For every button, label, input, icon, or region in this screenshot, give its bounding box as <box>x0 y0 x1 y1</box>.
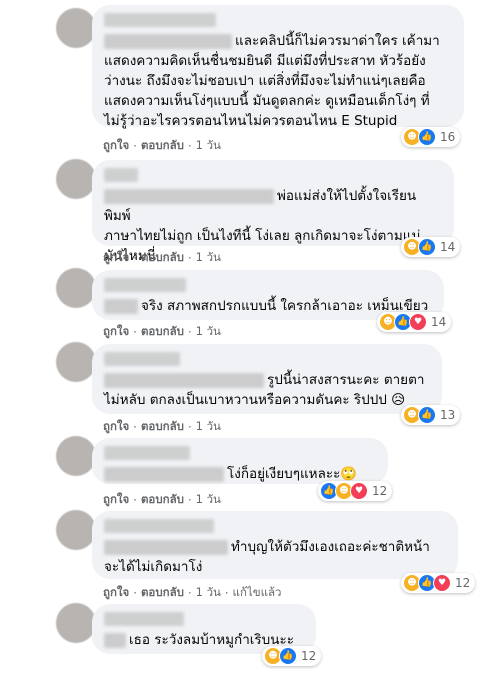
timestamp[interactable]: 1 วัน <box>196 323 221 341</box>
commenter-name[interactable] <box>104 612 184 626</box>
avatar[interactable] <box>56 342 96 382</box>
like-icon: 👍 <box>279 647 297 665</box>
commenter-name[interactable] <box>104 13 216 27</box>
comment-line: ทำบุญให้ตัวมึงเองเถอะค่ะชาติหน้า <box>231 539 430 555</box>
reply-link[interactable]: ตอบกลับ <box>141 491 184 509</box>
reply-link[interactable]: ตอบกลับ <box>141 323 184 341</box>
like-link[interactable]: ถูกใจ <box>103 491 129 509</box>
comment-bubble: รูปนี้น่าสงสารนะคะ ตายตา ไม่หลับ ตกลงเป็… <box>92 344 442 414</box>
like-icon: 👍 <box>418 128 436 146</box>
like-icon: 👍 <box>418 406 436 424</box>
timestamp[interactable]: 1 วัน <box>196 584 221 602</box>
timestamp[interactable]: 1 วัน <box>196 491 221 509</box>
reaction-count: 13 <box>440 408 456 422</box>
comment-text: และคลิปนี้ก็ไม่ควรมาด่าใคร เค้ามา แสดงคว… <box>104 31 452 131</box>
reaction-summary[interactable]: ☻ 👍 ♥ 12 <box>401 573 476 593</box>
comment-bubble: ทำบุญให้ตัวมึงเองเถอะค่ะชาติหน้า จะได้ไม… <box>92 511 458 579</box>
comment-actions: ถูกใจ · ตอบกลับ · 1 วัน <box>103 249 221 267</box>
commenter-name[interactable] <box>104 168 138 182</box>
reaction-summary[interactable]: ☻ 👍 16 <box>401 127 461 147</box>
reaction-summary[interactable]: ☻ 👍 14 <box>401 237 461 257</box>
avatar[interactable] <box>56 8 96 48</box>
comment-line: และคลิปนี้ก็ไม่ควรมาด่าใคร เค้ามา <box>235 33 440 49</box>
reply-link[interactable]: ตอบกลับ <box>141 584 184 602</box>
comment-actions: ถูกใจ · ตอบกลับ · 1 วัน <box>103 137 221 155</box>
reaction-count: 12 <box>372 484 388 498</box>
comment-line: โง่ก็อยู่เงียบๆแหละะ🙄 <box>227 466 358 482</box>
like-link[interactable]: ถูกใจ <box>103 418 129 436</box>
commenter-name[interactable] <box>104 446 190 460</box>
avatar[interactable] <box>56 510 96 550</box>
reply-link[interactable]: ตอบกลับ <box>141 137 184 155</box>
reaction-count: 12 <box>301 649 317 663</box>
love-icon: ♥ <box>433 574 451 592</box>
comment-bubble: และคลิปนี้ก็ไม่ควรมาด่าใคร เค้ามา แสดงคว… <box>92 5 464 129</box>
reaction-count: 12 <box>455 576 471 590</box>
comment-line: ไม่หลับ ตกลงเป็นเบาหวานหรือความดันคะ ริป… <box>104 392 406 408</box>
reaction-summary[interactable]: ☻ 👍 12 <box>262 646 322 666</box>
comment-actions: ถูกใจ · ตอบกลับ · 1 วัน · แก้ไขแล้ว <box>103 584 282 602</box>
like-link[interactable]: ถูกใจ <box>103 249 129 267</box>
love-icon: ♥ <box>350 482 368 500</box>
comment-actions: ถูกใจ · ตอบกลับ · 1 วัน <box>103 323 221 341</box>
reaction-count: 14 <box>431 315 447 329</box>
comment-actions: ถูกใจ · ตอบกลับ · 1 วัน <box>103 491 221 509</box>
reaction-summary[interactable]: ☻ 👍 13 <box>401 405 461 425</box>
reaction-summary[interactable]: 👍 ☻ ♥ 12 <box>318 481 393 501</box>
love-icon: ♥ <box>409 313 427 331</box>
reply-link[interactable]: ตอบกลับ <box>141 249 184 267</box>
comment-line: จะได้ไม่เกิดมาโง่ <box>104 559 203 575</box>
comment-line: แสดงความคิดเห็นชื่นชมยินดี มีแต่มึงที่ปร… <box>104 53 426 69</box>
reaction-count: 14 <box>440 240 456 254</box>
avatar[interactable] <box>56 603 96 643</box>
avatar[interactable] <box>56 436 96 476</box>
timestamp[interactable]: 1 วัน <box>196 418 221 436</box>
reply-link[interactable]: ตอบกลับ <box>141 418 184 436</box>
like-icon: 👍 <box>418 238 436 256</box>
timestamp[interactable]: 1 วัน <box>196 137 221 155</box>
timestamp[interactable]: 1 วัน <box>196 249 221 267</box>
commenter-name[interactable] <box>104 352 180 366</box>
comment-bubble: พ่อแม่ส่งให้ไปตั้งใจเรียน พิมพ์ ภาษาไทยไ… <box>92 160 454 264</box>
comment-text: รูปนี้น่าสงสารนะคะ ตายตา ไม่หลับ ตกลงเป็… <box>104 370 430 410</box>
comment-line: ไม่รู้ว่าอะไรควรตอนไหนไม่ควรตอนไหน E Stu… <box>104 113 398 129</box>
comment-line: ภาษาไทยไม่ถูก เป็นไงทีนี้ โง่เลย ลูกเกิด… <box>104 228 421 244</box>
commenter-name[interactable] <box>104 278 186 292</box>
like-link[interactable]: ถูกใจ <box>103 323 129 341</box>
reaction-summary[interactable]: ☻ 👍 ♥ 14 <box>377 312 452 332</box>
comment-actions: ถูกใจ · ตอบกลับ · 1 วัน <box>103 418 221 436</box>
comment-line: ว่างนะ ถึงมึงจะไม่ชอบเปา แต่สิ่งที่มึงจะ… <box>104 73 426 89</box>
comment-line: แสดงความเห็นโง่ๆแบบนี้ มันดูตลกค่ะ ดูเหม… <box>104 93 430 109</box>
edited-label[interactable]: แก้ไขแล้ว <box>233 584 282 602</box>
like-link[interactable]: ถูกใจ <box>103 137 129 155</box>
comment-bubble: โง่ก็อยู่เงียบๆแหละะ🙄 <box>92 438 388 484</box>
commenter-name[interactable] <box>104 519 214 533</box>
avatar[interactable] <box>56 268 96 308</box>
avatar[interactable] <box>56 159 96 199</box>
reaction-count: 16 <box>440 130 456 144</box>
comment-text: ทำบุญให้ตัวมึงเองเถอะค่ะชาติหน้า จะได้ไม… <box>104 537 446 577</box>
comment-line: รูปนี้น่าสงสารนะคะ ตายตา <box>267 372 425 388</box>
like-link[interactable]: ถูกใจ <box>103 584 129 602</box>
